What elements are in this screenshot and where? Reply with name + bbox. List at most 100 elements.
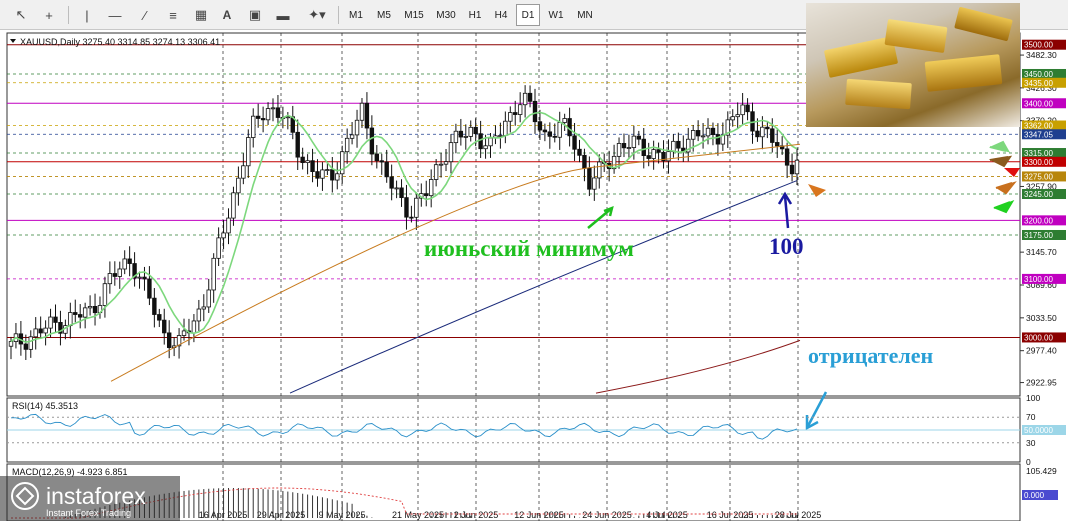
candle-body — [794, 159, 800, 175]
candle-body — [102, 283, 108, 306]
macd-tick-label: 105.429 — [1026, 466, 1057, 476]
cursor-icon[interactable]: ↖ — [10, 4, 32, 26]
x-tick-label: 24 Jun 2025 — [582, 510, 632, 520]
fibonacci-icon[interactable]: ≡ — [162, 4, 184, 26]
level-price-label: 3300.00 — [1024, 158, 1053, 167]
level-price-label: 3435.00 — [1024, 79, 1053, 88]
candle-body — [775, 142, 780, 147]
candle-body — [315, 171, 320, 179]
candle-body — [542, 129, 548, 133]
candle-body — [147, 278, 152, 299]
candle-body — [246, 137, 251, 167]
candle-body — [112, 273, 118, 277]
level-price-label: 3275.00 — [1024, 172, 1053, 181]
timeframe-h4[interactable]: H4 — [490, 4, 512, 26]
candle-body — [295, 131, 300, 158]
rectangle-icon[interactable]: ▬ — [272, 4, 294, 26]
timeframe-w1[interactable]: W1 — [544, 4, 568, 26]
candle-body — [196, 308, 202, 322]
timeframe-m15[interactable]: M15 — [400, 4, 428, 26]
crosshair-icon[interactable]: + — [38, 4, 60, 26]
candle-body — [117, 268, 122, 277]
candle-body — [8, 341, 14, 347]
candle-body — [582, 154, 587, 169]
candle-body — [201, 306, 206, 310]
timeframe-m5[interactable]: M5 — [372, 4, 396, 26]
candle-body — [532, 100, 538, 123]
candle-body — [305, 160, 310, 164]
candle-body — [211, 257, 216, 291]
level-price-label: 3245.00 — [1024, 190, 1053, 199]
candle-body — [438, 163, 444, 166]
annotation-100: 100 — [769, 234, 804, 259]
timeframe-h1[interactable]: H1 — [464, 4, 486, 26]
candle-body — [592, 177, 597, 190]
level-price-label: 3400.00 — [1024, 99, 1053, 108]
candle-body — [631, 135, 637, 148]
candle-body — [73, 312, 78, 315]
candle-body — [320, 169, 325, 179]
candle-body — [23, 343, 29, 350]
candle-body — [636, 135, 642, 140]
horizontal-line-icon[interactable]: — — [104, 4, 126, 26]
x-tick-label: 16 Jul 2025 — [707, 510, 754, 520]
candle-body — [651, 149, 656, 159]
candle-body — [616, 143, 622, 157]
candle-body — [68, 312, 73, 327]
instaforex-logo: instaforex Instant Forex Trading — [0, 476, 180, 521]
level-price-label: 3347.05 — [1024, 130, 1053, 139]
candle-body — [690, 130, 696, 140]
candle-body — [428, 179, 434, 197]
candle-body — [789, 164, 795, 175]
level-price-label: 3200.00 — [1024, 216, 1053, 225]
candle-body — [127, 258, 132, 264]
candle-body — [43, 327, 48, 334]
candle-body — [221, 232, 226, 239]
logo-tagline: Instant Forex Trading — [46, 508, 131, 518]
timeframe-d1[interactable]: D1 — [516, 4, 540, 26]
candle-body — [562, 118, 567, 123]
timeframe-mn[interactable]: MN — [572, 4, 598, 26]
candle-body — [695, 130, 701, 137]
channel-icon[interactable]: ▦ — [190, 4, 212, 26]
candle-body — [33, 328, 38, 338]
timeframe-m1[interactable]: M1 — [344, 4, 368, 26]
candle-body — [448, 142, 454, 163]
candle-body — [547, 131, 553, 137]
candle-body — [572, 135, 577, 150]
candle-body — [735, 114, 740, 118]
text-icon[interactable]: A — [216, 4, 238, 26]
candle-body — [705, 127, 711, 137]
candle-body — [409, 216, 414, 219]
timeframe-m30[interactable]: M30 — [432, 4, 460, 26]
rsi-marker-label: 50.0000 — [1024, 426, 1053, 435]
candle-body — [517, 104, 523, 115]
candle-body — [755, 130, 760, 138]
candle-body — [260, 118, 266, 121]
candle-body — [330, 169, 335, 181]
candle-body — [137, 276, 142, 279]
vertical-line-icon[interactable]: | — [76, 4, 98, 26]
candle-body — [537, 121, 543, 131]
y-tick-label: 3482.30 — [1026, 50, 1057, 60]
candle-body — [335, 173, 340, 181]
candle-body — [621, 143, 627, 149]
shapes-icon[interactable]: ✦▾ — [306, 4, 328, 26]
candle-body — [760, 126, 765, 138]
candle-body — [241, 165, 246, 179]
candle-body — [344, 137, 350, 153]
candle-body — [122, 258, 127, 270]
candle-body — [557, 122, 562, 138]
candle-body — [251, 115, 256, 138]
candle-body — [107, 273, 113, 285]
level-price-label: 3000.00 — [1024, 333, 1053, 342]
candle-body — [770, 128, 775, 143]
text-label-icon[interactable]: ▣ — [244, 4, 266, 26]
candle-body — [458, 130, 464, 138]
trendline-icon[interactable]: ∕ — [134, 4, 156, 26]
candle-body — [656, 149, 661, 153]
rsi-tick-label: 100 — [1026, 393, 1040, 403]
rsi-tick-label: 70 — [1026, 412, 1036, 422]
candle-body — [181, 330, 187, 336]
candle-body — [740, 104, 745, 116]
